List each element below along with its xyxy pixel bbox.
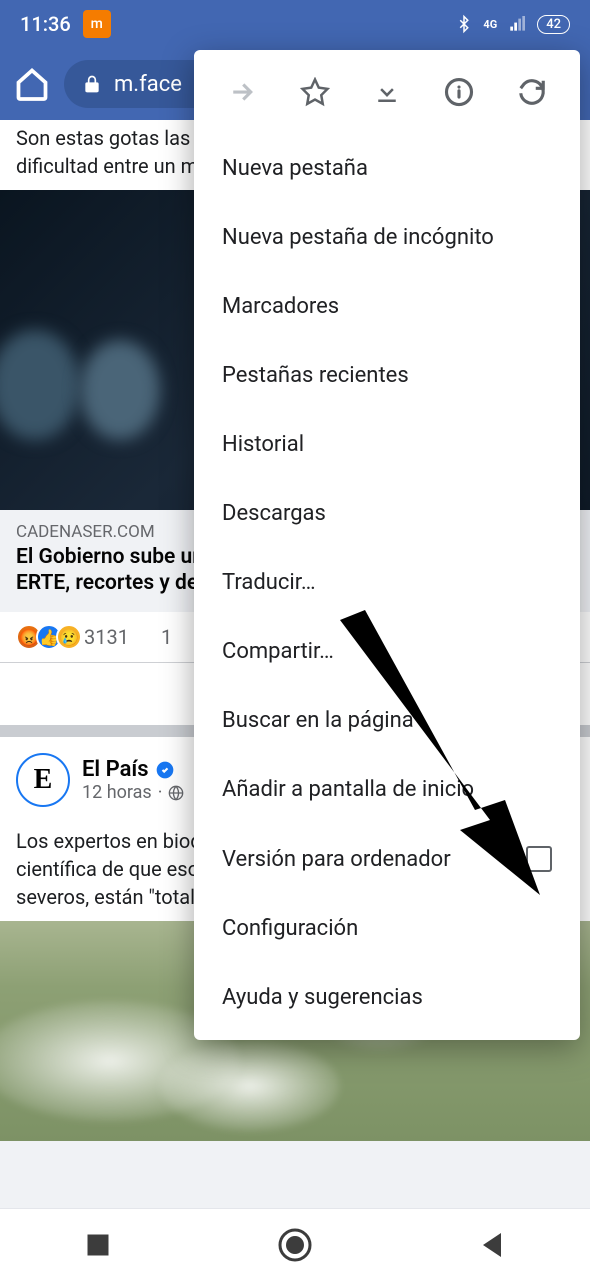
- browser-menu: Nueva pestaña Nueva pestaña de incógnito…: [194, 50, 580, 1040]
- android-status-bar: 11:36 m 4G 42: [0, 0, 590, 48]
- menu-item-settings[interactable]: Configuración: [194, 894, 580, 963]
- comments-count: 1: [161, 625, 172, 649]
- menu-item-help[interactable]: Ayuda y sugerencias: [194, 963, 580, 1032]
- menu-item-add-homescreen[interactable]: Añadir a pantalla de inicio: [194, 755, 580, 824]
- reload-button[interactable]: [514, 74, 550, 110]
- desktop-site-checkbox[interactable]: [526, 846, 552, 872]
- menu-item-desktop-site[interactable]: Versión para ordenador: [194, 824, 580, 894]
- menu-item-downloads[interactable]: Descargas: [194, 479, 580, 548]
- menu-item-recent-tabs[interactable]: Pestañas recientes: [194, 341, 580, 410]
- back-button[interactable]: [474, 1227, 510, 1263]
- bookmark-button[interactable]: [297, 74, 333, 110]
- sad-icon: 😢: [56, 624, 82, 650]
- menu-item-find[interactable]: Buscar en la página: [194, 686, 580, 755]
- menu-icon-row: [194, 50, 580, 134]
- status-time: 11:36: [20, 12, 71, 36]
- home-button[interactable]: [277, 1227, 313, 1263]
- bluetooth-icon: [455, 13, 473, 35]
- menu-item-translate[interactable]: Traducir…: [194, 548, 580, 617]
- notification-icon: m: [83, 10, 111, 38]
- battery-level: 42: [537, 15, 570, 34]
- reactions-count: 3131: [84, 625, 129, 649]
- post-meta: 12 horas ·: [82, 782, 184, 803]
- menu-item-history[interactable]: Historial: [194, 410, 580, 479]
- android-nav-bar: [0, 1208, 590, 1280]
- post-author[interactable]: El País: [82, 757, 184, 782]
- menu-item-share[interactable]: Compartir…: [194, 617, 580, 686]
- forward-button[interactable]: [224, 74, 260, 110]
- menu-item-incognito[interactable]: Nueva pestaña de incógnito: [194, 203, 580, 272]
- url-text: m.face: [114, 72, 182, 97]
- signal-icon: [507, 16, 527, 32]
- menu-item-new-tab[interactable]: Nueva pestaña: [194, 134, 580, 203]
- menu-item-bookmarks[interactable]: Marcadores: [194, 272, 580, 341]
- verified-icon: [155, 760, 175, 780]
- recent-apps-button[interactable]: [80, 1227, 116, 1263]
- download-button[interactable]: [369, 74, 405, 110]
- network-type: 4G: [483, 18, 497, 31]
- reaction-icons: 😡 👍 😢: [16, 624, 76, 650]
- avatar[interactable]: E: [16, 753, 70, 807]
- lock-icon: [82, 74, 102, 94]
- globe-icon: [168, 785, 184, 801]
- home-button[interactable]: [14, 66, 50, 102]
- info-button[interactable]: [441, 74, 477, 110]
